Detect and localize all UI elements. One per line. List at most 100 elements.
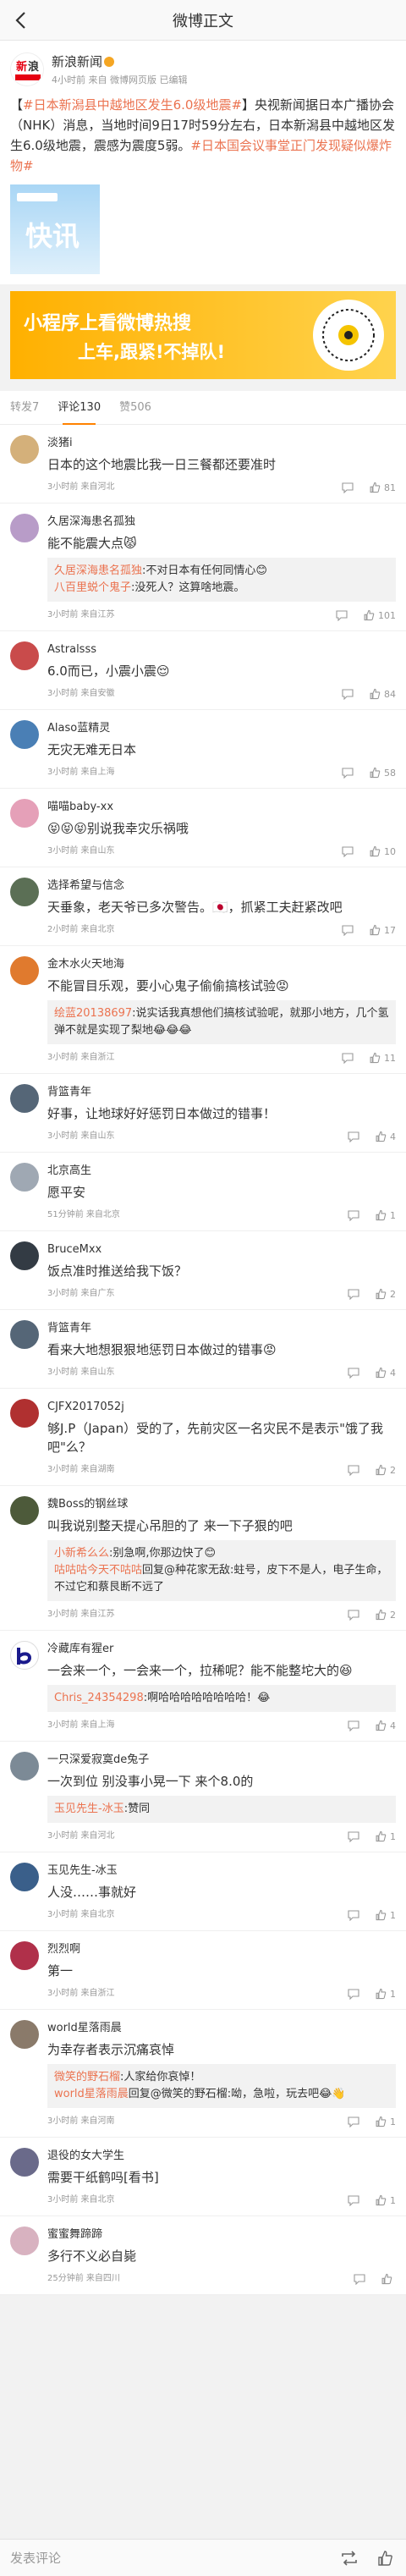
comment-like-button[interactable]: 1 — [375, 2116, 396, 2127]
comment-like-button[interactable]: 2 — [375, 1609, 396, 1621]
commenter-avatar[interactable] — [10, 2226, 39, 2255]
comment-reply-icon[interactable] — [342, 924, 354, 936]
topic-link[interactable]: #日本新潟县中越地区发生6.0级地震# — [23, 97, 242, 113]
comment-like-button[interactable]: 1 — [375, 1909, 396, 1921]
commenter-avatar[interactable] — [10, 1320, 39, 1349]
post-image[interactable]: 快讯 — [10, 184, 100, 274]
comment-reply-icon[interactable] — [348, 1209, 359, 1221]
comment-reply-icon[interactable] — [348, 1830, 359, 1842]
reply-user[interactable]: Chris_24354298 — [54, 1692, 144, 1704]
comment-like-button[interactable]: 1 — [375, 1830, 396, 1842]
commenter-avatar[interactable] — [10, 720, 39, 749]
commenter-avatar[interactable] — [10, 878, 39, 906]
comment-reply-icon[interactable] — [348, 1131, 359, 1142]
comment-like-button[interactable]: 11 — [369, 1052, 396, 1064]
reply-box[interactable]: 小新希么么:别急啊,你那边快了😊 咕咕咕今天不咕咕回复@种花家无敌:蛀号，皮下不是… — [47, 1540, 396, 1601]
author-name[interactable]: 新浪新闻 — [52, 52, 102, 70]
comment-like-button[interactable]: 17 — [369, 924, 396, 936]
reply-box[interactable]: 绘蓝20138697:说实话我真想他们搞核试验呢，就那小地方，几个氢弹不就是实现… — [47, 1000, 396, 1044]
comment-reply-icon[interactable] — [348, 1609, 359, 1621]
commenter-name[interactable]: 选择希望与信念 — [47, 878, 396, 894]
comment-input[interactable]: 发表评论 — [10, 2549, 335, 2567]
comment-reply-icon[interactable] — [342, 482, 354, 493]
commenter-name[interactable]: 烈烈啊 — [47, 1941, 396, 1958]
comment-reply-icon[interactable] — [342, 1052, 354, 1064]
repost-icon[interactable] — [335, 2544, 364, 2573]
commenter-avatar[interactable] — [10, 1241, 39, 1270]
commenter-name[interactable]: BruceMxx — [47, 1241, 396, 1258]
commenter-avatar[interactable] — [10, 2148, 39, 2177]
commenter-avatar[interactable] — [10, 1399, 39, 1428]
author-avatar[interactable]: 新 浪 — [10, 52, 44, 86]
comment-like-button[interactable]: 1 — [375, 2194, 396, 2206]
commenter-name[interactable]: 背篮青年 — [47, 1320, 396, 1337]
reply-box[interactable]: Chris_24354298:啊哈哈哈哈哈哈哈哈！😂 — [47, 1685, 396, 1712]
commenter-avatar[interactable] — [10, 799, 39, 828]
comment-reply-icon[interactable] — [348, 1720, 359, 1731]
commenter-name[interactable]: 玉见先生-冰玉 — [47, 1863, 396, 1880]
commenter-name[interactable]: 蜜蜜舞蹄蹄 — [47, 2226, 396, 2243]
commenter-avatar[interactable] — [10, 1641, 39, 1670]
commenter-name[interactable]: 金木水火天地海 — [47, 956, 396, 973]
reply-user[interactable]: 八百里蜕个鬼子 — [54, 581, 131, 594]
comment-like-button[interactable]: 2 — [375, 1288, 396, 1300]
commenter-avatar[interactable] — [10, 1496, 39, 1525]
comment-reply-icon[interactable] — [348, 1288, 359, 1300]
mini-program-banner[interactable]: 小程序上看微博热搜 上车,跟紧!不掉队! — [10, 291, 396, 379]
comment-like-button[interactable]: 101 — [363, 609, 396, 621]
reply-user[interactable]: 小新希么么 — [54, 1547, 109, 1560]
tab-comments[interactable]: 评论130 — [58, 391, 101, 425]
reply-user[interactable]: 绘蓝20138697 — [54, 1007, 132, 1020]
back-icon[interactable] — [8, 8, 32, 32]
commenter-name[interactable]: 北京高生 — [47, 1163, 396, 1180]
commenter-name[interactable]: 淡猪i — [47, 435, 396, 452]
comment-reply-icon[interactable] — [342, 845, 354, 857]
commenter-avatar[interactable] — [10, 435, 39, 464]
comment-reply-icon[interactable] — [342, 688, 354, 700]
commenter-name[interactable]: 久居深海患名孤独 — [47, 514, 396, 531]
commenter-avatar[interactable] — [10, 956, 39, 985]
comment-reply-icon[interactable] — [348, 1464, 359, 1476]
reply-box[interactable]: 久居深海患名孤独:不对日本有任何同情心😊 八百里蜕个鬼子:没死人？这算啥地震。 — [47, 558, 396, 602]
reply-user[interactable]: 微笑的野石榴 — [54, 2071, 120, 2083]
reply-user[interactable]: 玉见先生-冰玉 — [54, 1803, 124, 1815]
comment-like-button[interactable]: 58 — [369, 767, 396, 779]
tab-reposts[interactable]: 转发7 — [10, 391, 39, 425]
like-icon[interactable] — [370, 2544, 399, 2573]
commenter-name[interactable]: Alaso蓝精灵 — [47, 720, 396, 737]
comment-reply-icon[interactable] — [354, 2273, 365, 2285]
comment-reply-icon[interactable] — [348, 1909, 359, 1921]
reply-box[interactable]: 玉见先生-冰玉:赞同 — [47, 1796, 396, 1823]
commenter-name[interactable]: 冷藏库有猩er — [47, 1641, 396, 1658]
commenter-avatar[interactable] — [10, 514, 39, 542]
comment-like-button[interactable]: 84 — [369, 688, 396, 700]
reply-user[interactable]: world星落雨晨 — [54, 2088, 129, 2100]
commenter-avatar[interactable] — [10, 2020, 39, 2049]
commenter-name[interactable]: Astralsss — [47, 641, 396, 658]
comment-like-button[interactable]: 2 — [375, 1464, 396, 1476]
comment-like-button[interactable]: 10 — [369, 845, 396, 857]
commenter-name[interactable]: 退役的女大学生 — [47, 2148, 396, 2165]
comment-like-button[interactable]: 4 — [375, 1720, 396, 1731]
commenter-name[interactable]: 一只深爱寂寞de兔子 — [47, 1752, 396, 1769]
reply-user[interactable]: 久居深海患名孤独 — [54, 564, 142, 577]
commenter-name[interactable]: CJFX2017052j — [47, 1399, 396, 1416]
commenter-avatar[interactable] — [10, 1941, 39, 1970]
reply-box[interactable]: 微笑的野石榴:人家给你哀悼！ world星落雨晨回复@微笑的野石榴:呦，急啦，玩去… — [47, 2064, 396, 2108]
commenter-name[interactable]: 背篮青年 — [47, 1084, 396, 1101]
comment-reply-icon[interactable] — [348, 2194, 359, 2206]
comment-reply-icon[interactable] — [348, 1988, 359, 2000]
comment-like-button[interactable]: 1 — [375, 1209, 396, 1221]
comment-reply-icon[interactable] — [348, 2116, 359, 2127]
commenter-avatar[interactable] — [10, 1752, 39, 1781]
comment-reply-icon[interactable] — [348, 1367, 359, 1379]
commenter-name[interactable]: 魏Boss的钢丝球 — [47, 1496, 396, 1513]
commenter-avatar[interactable] — [10, 1084, 39, 1113]
comment-like-button[interactable]: 1 — [375, 1988, 396, 2000]
comment-like-button[interactable]: 81 — [369, 482, 396, 493]
commenter-name[interactable]: 喵喵baby-xx — [47, 799, 396, 816]
comment-reply-icon[interactable] — [342, 767, 354, 779]
commenter-avatar[interactable] — [10, 1863, 39, 1891]
comment-like-button[interactable]: 4 — [375, 1367, 396, 1379]
tab-likes[interactable]: 赞506 — [119, 391, 151, 425]
